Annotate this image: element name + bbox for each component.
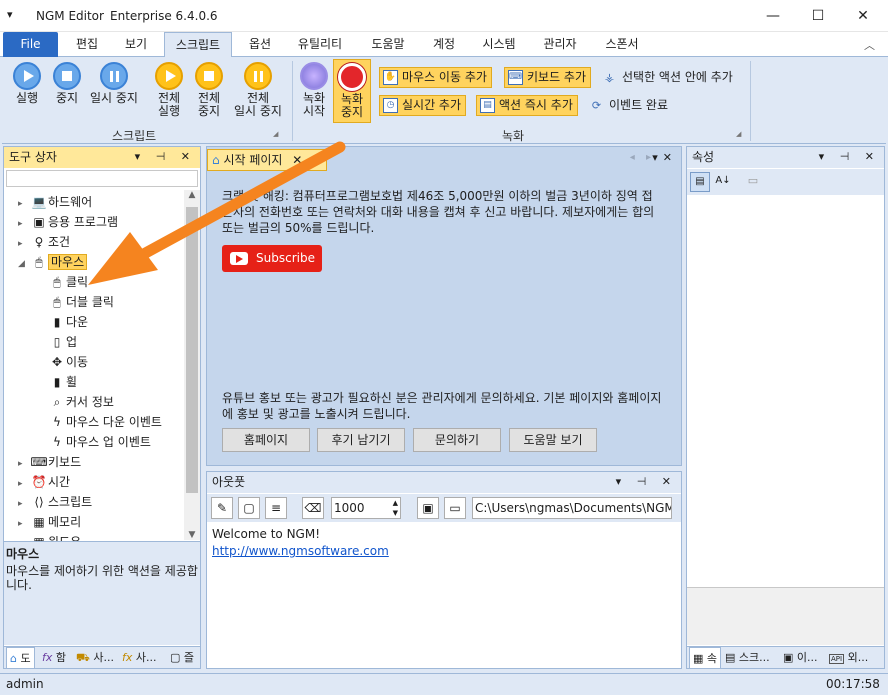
arrow-shaft [112, 141, 346, 274]
annotation-arrow [88, 141, 346, 285]
arrow-head [88, 232, 158, 285]
